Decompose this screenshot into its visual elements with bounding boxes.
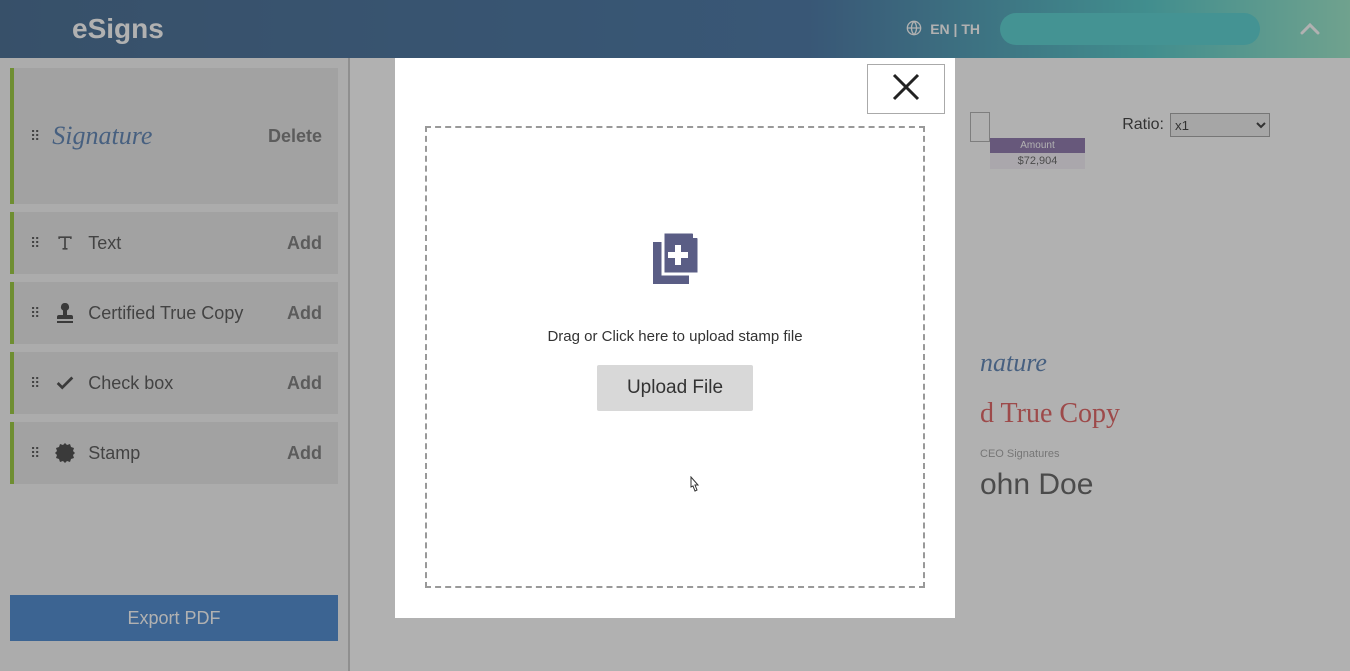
upload-file-button[interactable]: Upload File bbox=[597, 365, 753, 411]
close-icon bbox=[888, 69, 924, 110]
upload-files-icon bbox=[635, 218, 715, 298]
dropzone[interactable]: Drag or Click here to upload stamp file … bbox=[425, 126, 925, 588]
dropzone-text: Drag or Click here to upload stamp file bbox=[547, 328, 802, 345]
close-button[interactable] bbox=[867, 64, 945, 114]
upload-modal: Drag or Click here to upload stamp file … bbox=[395, 58, 955, 618]
modal-overlay[interactable]: Drag or Click here to upload stamp file … bbox=[0, 0, 1350, 671]
